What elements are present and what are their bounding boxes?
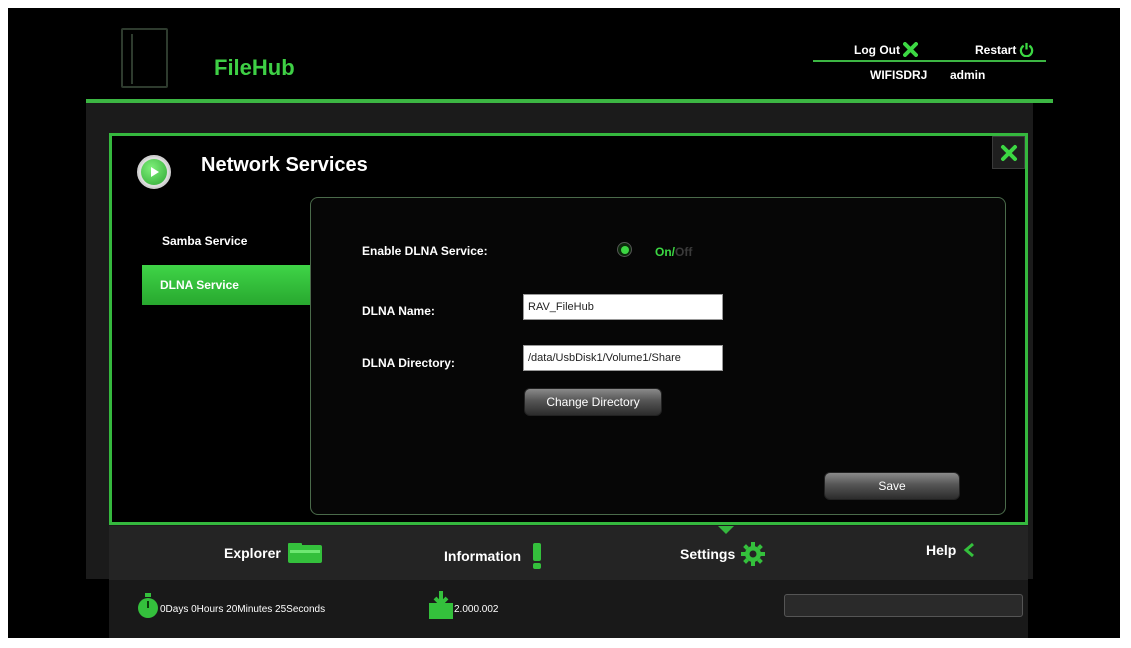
- tab-information[interactable]: Information: [444, 542, 547, 570]
- uptime-text: 0Days 0Hours 20Minutes 25Seconds: [160, 604, 326, 615]
- dlna-name-input[interactable]: [523, 294, 723, 320]
- tab-label: Settings: [680, 546, 736, 562]
- stopwatch-icon: [138, 593, 158, 618]
- sidebar-item-label: DLNA Service: [160, 278, 239, 292]
- on-off-toggle[interactable]: On/Off: [655, 245, 692, 259]
- dlna-directory-label: DLNA Directory:: [362, 356, 455, 370]
- restart-button[interactable]: Restart: [975, 42, 1034, 57]
- user-name: admin: [950, 68, 986, 82]
- close-icon: [1000, 144, 1017, 161]
- dlna-directory-input[interactable]: [523, 345, 723, 371]
- sidebar-item-label: Samba Service: [162, 234, 248, 248]
- x-icon: [902, 42, 918, 57]
- progress-bar: [784, 594, 1023, 617]
- app-window: FileHub Log Out Restart WIFISDRJ admin N…: [8, 8, 1120, 638]
- active-tab-indicator: [718, 526, 734, 534]
- header-divider: [813, 60, 1046, 62]
- firmware-version: 2.000.002: [454, 604, 499, 615]
- back-arrow-icon: [964, 542, 975, 558]
- gear-icon: [741, 542, 766, 566]
- dlna-on-radio[interactable]: [617, 242, 632, 257]
- play-icon: [137, 155, 171, 189]
- logo-icon: [121, 28, 168, 88]
- exclamation-icon: [533, 543, 541, 569]
- dlna-name-label: DLNA Name:: [362, 304, 435, 318]
- power-icon: [1020, 42, 1034, 57]
- tab-explorer[interactable]: Explorer: [224, 542, 323, 564]
- tab-label: Help: [926, 542, 957, 558]
- device-name: WIFISDRJ: [870, 68, 928, 82]
- enable-dlna-label: Enable DLNA Service:: [362, 244, 488, 258]
- toggle-off-label: Off: [675, 245, 693, 259]
- brand-name: FileHub: [214, 55, 295, 80]
- tab-settings[interactable]: Settings: [680, 542, 766, 566]
- logout-label: Log Out: [854, 42, 900, 57]
- close-button[interactable]: [992, 136, 1025, 169]
- folder-icon: [287, 543, 322, 563]
- sidebar-item-samba[interactable]: Samba Service: [142, 221, 307, 261]
- change-directory-button[interactable]: Change Directory: [524, 388, 662, 416]
- page-title: Network Services: [201, 154, 368, 176]
- toggle-on-label: On: [655, 245, 672, 259]
- logout-button[interactable]: Log Out: [854, 42, 918, 57]
- download-box-icon: [429, 591, 453, 619]
- save-button[interactable]: Save: [824, 472, 960, 500]
- sidebar-item-dlna[interactable]: DLNA Service: [142, 265, 312, 305]
- restart-label: Restart: [975, 42, 1017, 57]
- tab-label: Information: [444, 548, 521, 564]
- tab-label: Explorer: [224, 545, 281, 561]
- tab-help[interactable]: Help: [926, 542, 976, 558]
